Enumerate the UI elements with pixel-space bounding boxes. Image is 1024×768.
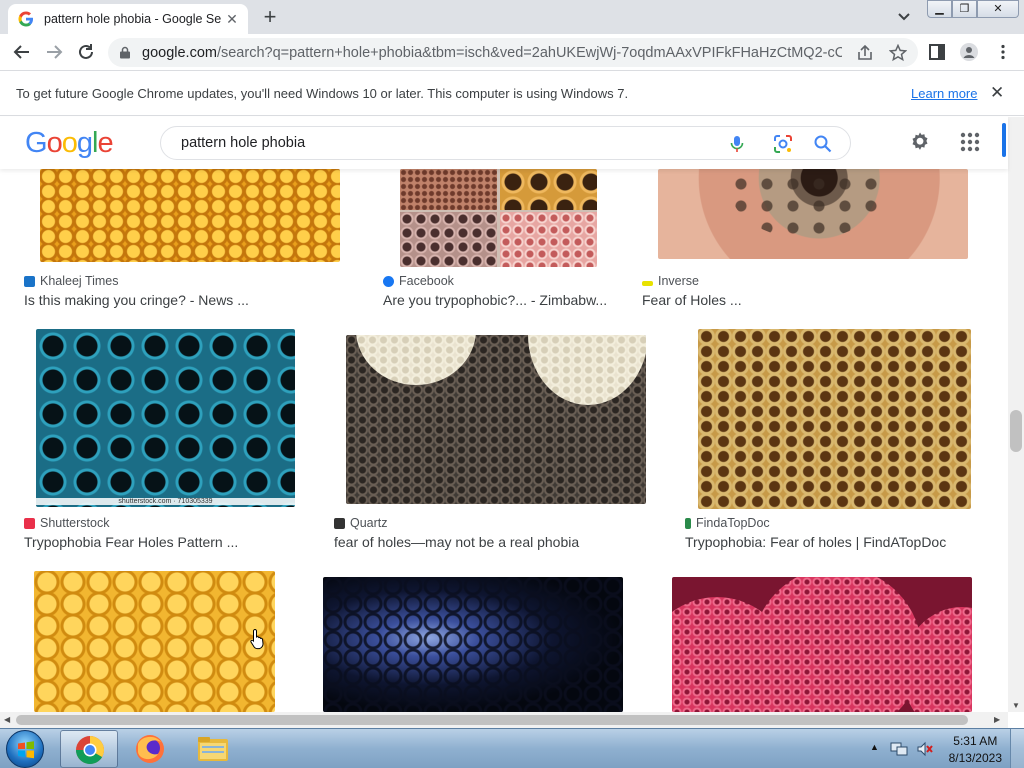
result-title[interactable]: Is this making you cringe? - News ...	[24, 292, 249, 308]
lock-icon[interactable]	[119, 46, 131, 59]
scroll-left-arrow-icon[interactable]: ◀	[4, 715, 10, 724]
taskbar-chrome[interactable]	[60, 730, 118, 768]
quartz-favicon-icon	[334, 517, 345, 529]
result-image-yellow-honeycomb[interactable]	[34, 571, 275, 712]
collage-tile	[500, 212, 597, 267]
address-bar[interactable]: google.com/search?q=pattern+hole+phobia&…	[108, 38, 918, 67]
horizontal-scrollbar[interactable]: ◀ ▶	[0, 712, 1008, 728]
lens-camera-icon[interactable]	[773, 134, 793, 154]
update-infobar: To get future Google Chrome updates, you…	[0, 71, 1024, 116]
inverse-favicon-icon	[642, 280, 653, 286]
vertical-scrollbar[interactable]: ▼	[1008, 117, 1024, 712]
bookmark-star-icon[interactable]	[889, 44, 907, 62]
tab-title: pattern hole phobia - Google Se	[44, 12, 222, 26]
share-icon[interactable]	[856, 44, 874, 62]
google-logo[interactable]: Google	[25, 127, 114, 160]
result-image-trypophobia-collage[interactable]	[400, 169, 597, 267]
collage-tile	[400, 169, 497, 210]
result-image-golden-honeycomb[interactable]	[698, 329, 971, 509]
result-image-strawberries[interactable]	[672, 577, 972, 712]
firefox-icon	[136, 735, 164, 763]
result-title[interactable]: Are you trypophobic?... - Zimbabw...	[383, 292, 607, 308]
learn-more-link[interactable]: Learn more	[911, 86, 977, 101]
url-domain: google.com	[142, 45, 217, 61]
tab-close-icon[interactable]: ✕	[224, 11, 240, 27]
tray-expand-arrow-icon[interactable]: ▲	[870, 742, 879, 752]
microphone-icon[interactable]	[727, 134, 747, 154]
result-source[interactable]: FindaTopDoc	[685, 516, 770, 530]
windows-logo-icon	[18, 741, 34, 759]
back-arrow-icon[interactable]	[12, 42, 32, 62]
result-source[interactable]: Inverse	[642, 274, 699, 288]
hand-cursor-icon	[250, 628, 264, 650]
start-button[interactable]	[6, 730, 44, 768]
new-tab-button[interactable]: +	[258, 6, 282, 28]
result-title[interactable]: Fear of Holes ...	[642, 292, 742, 308]
header-accent-bar	[1002, 123, 1006, 157]
result-image-honeycomb[interactable]	[40, 169, 340, 262]
scroll-right-arrow-icon[interactable]: ▶	[994, 715, 1000, 724]
infobar-message: To get future Google Chrome updates, you…	[16, 86, 629, 101]
settings-gear-icon[interactable]	[908, 130, 932, 154]
clock-time: 5:31 AM	[953, 734, 998, 748]
result-image-bees-on-comb[interactable]	[346, 335, 646, 504]
google-favicon-icon	[18, 11, 33, 27]
collage-tile	[500, 169, 597, 210]
result-title[interactable]: fear of holes—may not be a real phobia	[334, 534, 579, 550]
infobar-close-icon[interactable]: ✕	[990, 83, 1004, 103]
close-window-button[interactable]: ✕	[977, 0, 1019, 18]
facebook-favicon-icon	[383, 275, 394, 287]
taskbar-clock[interactable]: 5:31 AM 8/13/2023	[949, 733, 1002, 767]
url-path: /search?q=pattern+hole+phobia&tbm=isch&v…	[216, 45, 842, 61]
result-image-dark-net-face[interactable]	[323, 577, 623, 712]
minimize-button[interactable]: ▁	[927, 0, 952, 18]
browser-toolbar: google.com/search?q=pattern+hole+phobia&…	[0, 34, 1024, 71]
findatopdoc-favicon-icon	[685, 517, 691, 529]
tab-strip: pattern hole phobia - Google Se ✕ + ▁ ❐ …	[0, 0, 1024, 34]
result-source[interactable]: Quartz	[334, 516, 388, 530]
taskbar-firefox[interactable]	[121, 730, 179, 768]
tab-search-chevron-icon[interactable]	[895, 9, 913, 25]
result-title[interactable]: Trypophobia: Fear of holes | FindATopDoc	[685, 534, 946, 550]
windows-taskbar: ▲ 5:31 AM 8/13/2023	[0, 728, 1024, 768]
folder-icon	[198, 737, 228, 761]
taskbar-file-explorer[interactable]	[184, 730, 242, 768]
restore-button[interactable]: ❐	[952, 0, 977, 18]
url-text[interactable]: google.com/search?q=pattern+hole+phobia&…	[142, 45, 842, 61]
image-watermark: shutterstock.com · 710305339	[36, 498, 295, 505]
chrome-icon	[76, 736, 104, 764]
result-image-blue-hole-pattern[interactable]: shutterstock.com · 710305339	[36, 329, 295, 507]
scroll-down-arrow-icon[interactable]: ▼	[1012, 701, 1020, 710]
clock-date: 8/13/2023	[948, 751, 1002, 765]
horizontal-scrollbar-thumb[interactable]	[16, 715, 968, 725]
khaleej-times-favicon-icon	[24, 275, 35, 287]
search-input[interactable]: pattern hole phobia	[181, 135, 305, 151]
result-source[interactable]: Khaleej Times	[24, 274, 119, 288]
result-source[interactable]: Facebook	[383, 274, 454, 288]
network-icon[interactable]	[890, 741, 908, 757]
profile-avatar-icon[interactable]	[960, 43, 978, 61]
forward-arrow-icon[interactable]	[44, 42, 64, 62]
result-source[interactable]: Shutterstock	[24, 516, 109, 530]
white-comb-shape	[356, 335, 476, 385]
image-results-grid: Khaleej Times Is this making you cringe?…	[0, 169, 1008, 712]
google-search-header: Google pattern hole phobia	[0, 117, 1008, 169]
system-tray: ▲ 5:31 AM 8/13/2023	[866, 729, 1024, 768]
search-magnifier-icon[interactable]	[813, 134, 833, 154]
shutterstock-favicon-icon	[24, 517, 35, 529]
reload-icon[interactable]	[76, 42, 96, 62]
tab-google-search[interactable]: pattern hole phobia - Google Se ✕	[8, 4, 248, 34]
collage-tile	[400, 212, 497, 267]
search-box[interactable]: pattern hole phobia	[160, 126, 851, 160]
white-comb-shape	[528, 335, 646, 405]
vertical-scrollbar-thumb[interactable]	[1010, 410, 1022, 452]
side-panel-icon[interactable]	[928, 43, 946, 61]
result-title[interactable]: Trypophobia Fear Holes Pattern ...	[24, 534, 238, 550]
result-image-lotus-holes[interactable]	[658, 169, 968, 259]
strawberry-shape	[752, 577, 922, 712]
show-desktop-button[interactable]	[1010, 729, 1024, 768]
volume-muted-icon[interactable]	[916, 741, 934, 757]
kebab-menu-icon[interactable]	[994, 43, 1012, 61]
apps-grid-icon[interactable]	[958, 130, 982, 154]
